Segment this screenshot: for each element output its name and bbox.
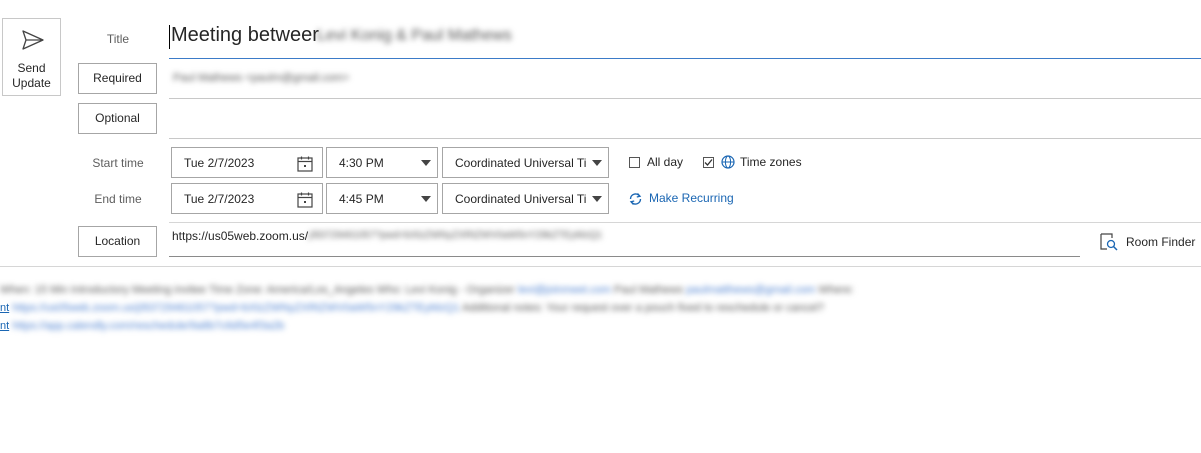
- globe-icon: [721, 155, 735, 169]
- all-day-label: All day: [647, 155, 684, 169]
- end-time-dropdown[interactable]: 4:45 PM: [326, 183, 438, 214]
- all-day-checkbox[interactable]: [629, 157, 640, 168]
- room-finder-label: Room Finder: [1126, 235, 1196, 249]
- start-timezone-dropdown[interactable]: Coordinated Universal Ti: [442, 147, 609, 178]
- location-underline: [169, 256, 1080, 257]
- end-date-field[interactable]: Tue 2/7/2023: [171, 183, 323, 214]
- room-finder-button[interactable]: Room Finder: [1100, 233, 1200, 251]
- location-top-divider: [169, 222, 1201, 223]
- start-date-field[interactable]: Tue 2/7/2023: [171, 147, 323, 178]
- end-date-value: Tue 2/7/2023: [184, 192, 255, 206]
- optional-underline: [169, 138, 1201, 139]
- chevron-down-icon: [421, 160, 431, 166]
- body-top-divider: [0, 266, 1201, 267]
- location-button[interactable]: Location: [78, 226, 157, 257]
- required-button[interactable]: Required: [78, 63, 157, 94]
- title-underline: [169, 58, 1201, 59]
- make-recurring-label: Make Recurring: [649, 191, 734, 205]
- calendar-icon[interactable]: [297, 192, 313, 208]
- title-value: Meeting betweer: [171, 24, 319, 46]
- end-timezone-dropdown[interactable]: Coordinated Universal Ti: [442, 183, 609, 214]
- time-zones-checkbox[interactable]: [703, 157, 714, 168]
- update-label: Update: [12, 76, 51, 90]
- body-line-3: nt https://app.calendly.com/reschedule/9…: [0, 320, 285, 332]
- title-field[interactable]: Meeting betweer Levi Konig & Paul Mathew…: [169, 22, 1199, 58]
- send-update-button[interactable]: Send Update: [2, 18, 61, 96]
- send-icon: [22, 30, 44, 50]
- optional-button[interactable]: Optional: [78, 103, 157, 134]
- body-line-1: When: 15 Min Introductory Meeting invite…: [0, 284, 854, 296]
- required-underline: [169, 98, 1201, 99]
- room-finder-icon: [1100, 233, 1118, 251]
- end-time-label: End time: [94, 192, 142, 206]
- start-time-label: Start time: [92, 156, 144, 170]
- chevron-down-icon: [592, 196, 602, 202]
- title-label: Title: [106, 32, 130, 46]
- body-line-2: nt https://us05web.zoom.us/j/83729461057…: [0, 302, 824, 314]
- required-field[interactable]: Paul Mathews <paulm@gmail.com>: [169, 66, 1199, 94]
- location-value: https://us05web.zoom.us/: [172, 229, 309, 243]
- time-zones-label: Time zones: [740, 155, 802, 169]
- send-label: Send: [17, 61, 46, 75]
- end-timezone-value: Coordinated Universal Ti: [455, 192, 587, 206]
- start-time-value: 4:30 PM: [339, 156, 384, 170]
- text-cursor: [169, 25, 170, 49]
- location-value-redacted: j/83729461057?pwd=bXlzZWNyZXRtZWV0aW5nY2…: [309, 230, 603, 241]
- start-time-dropdown[interactable]: 4:30 PM: [326, 147, 438, 178]
- location-field[interactable]: https://us05web.zoom.us/ j/83729461057?p…: [169, 225, 1079, 255]
- start-date-value: Tue 2/7/2023: [184, 156, 255, 170]
- end-time-value: 4:45 PM: [339, 192, 384, 206]
- required-attendee: Paul Mathews <paulm@gmail.com>: [173, 72, 350, 84]
- calendar-icon[interactable]: [297, 156, 313, 172]
- start-timezone-value: Coordinated Universal Ti: [455, 156, 587, 170]
- recurring-icon: [629, 193, 642, 205]
- checkmark-icon: [704, 159, 713, 166]
- chevron-down-icon: [421, 196, 431, 202]
- optional-field[interactable]: [169, 106, 1199, 134]
- title-value-redacted: Levi Konig & Paul Mathews: [317, 27, 512, 44]
- make-recurring-link[interactable]: Make Recurring: [628, 190, 738, 208]
- message-body[interactable]: When: 15 Min Introductory Meeting invite…: [0, 284, 1201, 344]
- chevron-down-icon: [592, 160, 602, 166]
